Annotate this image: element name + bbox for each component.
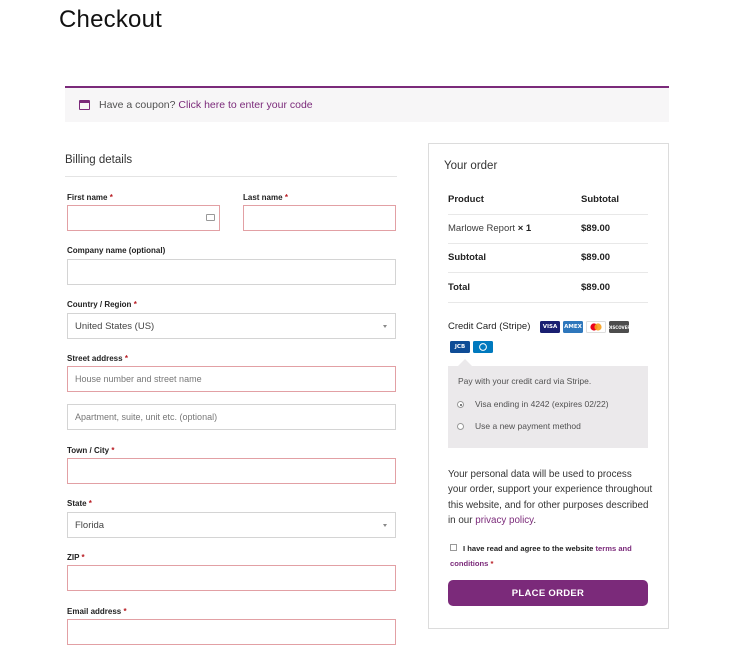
terms-text: I have read and agree to the website <box>463 544 594 553</box>
coupon-notice: Have a coupon? Click here to enter your … <box>65 86 669 122</box>
email-label-text: Email address <box>67 607 122 616</box>
state-label: State * <box>67 499 92 508</box>
payment-method-label[interactable]: Credit Card (Stripe) <box>448 321 530 332</box>
state-value: Florida <box>75 519 105 531</box>
town-field[interactable] <box>67 458 396 484</box>
subtotal-label: Subtotal <box>448 252 486 263</box>
payment-description: Pay with your credit card via Stripe. <box>458 376 592 386</box>
privacy-text: Your personal data will be used to proce… <box>448 467 653 528</box>
divider <box>65 176 397 177</box>
jcb-card-icon: JCB <box>450 341 470 353</box>
required-mark: * <box>123 607 127 616</box>
subtotal-header: Subtotal <box>581 194 619 205</box>
coupon-text: Have a coupon? Click here to enter your … <box>99 99 313 111</box>
state-select[interactable]: Florida <box>67 512 396 538</box>
required-mark: * <box>490 559 494 568</box>
last-name-field[interactable] <box>243 205 396 231</box>
required-mark: * <box>81 553 85 562</box>
country-select[interactable]: United States (US) <box>67 313 396 339</box>
country-label-text: Country / Region <box>67 300 132 309</box>
required-mark: * <box>284 193 288 202</box>
first-name-label: First name * <box>67 193 113 202</box>
first-name-label-text: First name <box>67 193 108 202</box>
amex-card-icon: AMEX <box>563 321 583 333</box>
item-qty: × 1 <box>517 223 532 234</box>
total-row: Total $89.00 <box>448 273 648 303</box>
payment-box: Pay with your credit card via Stripe. Vi… <box>448 359 648 448</box>
item-name: Marlowe Report × 1 <box>448 223 531 234</box>
place-order-button[interactable]: PLACE ORDER <box>448 580 648 606</box>
last-name-label: Last name * <box>243 193 288 202</box>
new-card-radio[interactable] <box>457 423 464 430</box>
subtotal-row: Subtotal $89.00 <box>448 243 648 273</box>
privacy-end: . <box>533 514 537 526</box>
privacy-policy-link[interactable]: privacy policy <box>475 515 533 526</box>
town-label: Town / City * <box>67 446 114 455</box>
diners-card-icon <box>473 341 493 353</box>
first-name-field[interactable] <box>67 205 220 231</box>
new-card-label[interactable]: Use a new payment method <box>475 421 581 431</box>
zip-label: ZIP * <box>67 553 85 562</box>
country-label: Country / Region * <box>67 300 137 309</box>
chevron-down-icon <box>383 524 387 527</box>
saved-card-label[interactable]: Visa ending in 4242 (expires 02/22) <box>475 399 609 409</box>
town-label-text: Town / City <box>67 446 110 455</box>
zip-label-text: ZIP <box>67 553 80 562</box>
coupon-question: Have a coupon? <box>99 99 176 111</box>
last-name-label-text: Last name <box>243 193 283 202</box>
discover-card-icon: DISCOVER <box>608 321 630 333</box>
street-label: Street address * <box>67 354 128 363</box>
calendar-icon <box>79 100 90 110</box>
street-placeholder: House number and street name <box>75 374 202 384</box>
chevron-down-icon <box>383 325 387 328</box>
total-label: Total <box>448 282 470 293</box>
coupon-link[interactable]: Click here to enter your code <box>178 99 312 111</box>
mastercard-icon <box>586 321 606 333</box>
item-name-text: Marlowe Report <box>448 223 516 234</box>
company-field[interactable] <box>67 259 396 285</box>
visa-card-icon: VISA <box>540 321 560 333</box>
total-value: $89.00 <box>581 282 611 293</box>
state-label-text: State <box>67 499 87 508</box>
zip-field[interactable] <box>67 565 396 591</box>
country-value: United States (US) <box>75 320 155 332</box>
required-mark: * <box>133 300 137 309</box>
billing-title: Billing details <box>65 154 133 166</box>
required-mark: * <box>111 446 115 455</box>
item-price: $89.00 <box>581 223 611 234</box>
subtotal-value: $89.00 <box>581 252 611 263</box>
mastercard-logo <box>590 323 602 331</box>
product-header: Product <box>448 194 484 205</box>
street-field[interactable]: House number and street name <box>67 366 396 392</box>
order-item-row: Marlowe Report × 1 $89.00 <box>448 214 648 244</box>
required-mark: * <box>88 499 92 508</box>
email-field[interactable] <box>67 619 396 645</box>
page-title: Checkout <box>59 6 162 33</box>
apartment-placeholder: Apartment, suite, unit etc. (optional) <box>75 412 218 422</box>
apartment-field[interactable]: Apartment, suite, unit etc. (optional) <box>67 404 396 430</box>
email-label: Email address * <box>67 607 127 616</box>
order-title: Your order <box>444 160 498 172</box>
street-label-text: Street address <box>67 354 123 363</box>
order-header-row: Product Subtotal <box>448 185 648 215</box>
autofill-card-icon[interactable] <box>206 214 215 221</box>
required-mark: * <box>124 354 128 363</box>
required-mark: * <box>109 193 113 202</box>
saved-card-radio[interactable] <box>457 401 464 408</box>
company-label: Company name (optional) <box>67 246 166 255</box>
diners-logo <box>479 343 487 351</box>
terms-label[interactable]: I have read and agree to the website ter… <box>450 541 650 571</box>
